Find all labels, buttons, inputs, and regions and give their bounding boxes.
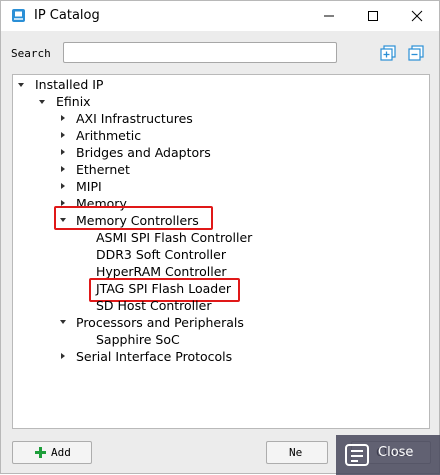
collapse-arrow-icon[interactable] xyxy=(39,100,45,104)
tree-item-sapphire-soc[interactable]: Sapphire SoC xyxy=(96,332,180,349)
minimize-button[interactable] xyxy=(307,1,351,31)
tree-item-ddr3-soft-controller[interactable]: DDR3 Soft Controller xyxy=(96,247,226,264)
watermark-logo-icon xyxy=(345,444,369,466)
tree-item-axi-infrastructures[interactable]: AXI Infrastructures xyxy=(76,111,193,128)
ip-tree-view[interactable]: Installed IP Efinix AXI Infrastructures … xyxy=(12,74,430,429)
collapse-arrow-icon[interactable] xyxy=(18,83,24,87)
next-button-label: Ne xyxy=(289,446,303,459)
highlight-box-memory-controllers xyxy=(54,206,213,230)
expand-arrow-icon[interactable] xyxy=(61,149,65,155)
expand-arrow-icon[interactable] xyxy=(61,132,65,138)
tree-item-efinix[interactable]: Efinix xyxy=(56,94,91,111)
next-button[interactable]: Ne xyxy=(266,441,328,464)
add-icon xyxy=(35,447,46,458)
tree-item-ethernet[interactable]: Ethernet xyxy=(76,162,130,179)
maximize-button[interactable] xyxy=(351,1,395,31)
expand-all-icon xyxy=(380,45,396,61)
close-icon xyxy=(411,10,423,22)
expand-arrow-icon[interactable] xyxy=(61,115,65,121)
expand-arrow-icon[interactable] xyxy=(61,166,65,172)
watermark-close-text: Close xyxy=(378,445,414,460)
window-title: IP Catalog xyxy=(34,8,100,23)
tree-item-serial-interface-protocols[interactable]: Serial Interface Protocols xyxy=(76,349,232,366)
expand-arrow-icon[interactable] xyxy=(61,353,65,359)
collapse-all-button[interactable] xyxy=(407,44,425,62)
maximize-icon xyxy=(368,11,378,21)
expand-all-button[interactable] xyxy=(379,44,397,62)
minimize-icon xyxy=(324,15,334,17)
collapse-arrow-icon[interactable] xyxy=(60,320,66,324)
ip-catalog-window: IP Catalog Search Installed IP Efinix AX… xyxy=(0,0,440,475)
search-label: Search xyxy=(11,47,51,60)
add-button[interactable]: Add xyxy=(12,441,92,464)
search-input[interactable] xyxy=(63,42,337,63)
expand-arrow-icon[interactable] xyxy=(61,183,65,189)
title-bar[interactable]: IP Catalog xyxy=(1,1,439,31)
add-button-label: Add xyxy=(51,446,71,459)
tree-item-asmi-spi-flash-controller[interactable]: ASMI SPI Flash Controller xyxy=(96,230,252,247)
tree-item-installed-ip[interactable]: Installed IP xyxy=(35,77,103,94)
tree-item-bridges-and-adaptors[interactable]: Bridges and Adaptors xyxy=(76,145,211,162)
tree-item-processors-and-peripherals[interactable]: Processors and Peripherals xyxy=(76,315,244,332)
close-window-button[interactable] xyxy=(395,1,439,31)
tree-item-sd-host-controller[interactable]: SD Host Controller xyxy=(96,298,211,315)
tree-item-arithmetic[interactable]: Arithmetic xyxy=(76,128,141,145)
tree-item-mipi[interactable]: MIPI xyxy=(76,179,102,196)
watermark-overlay: Close xyxy=(336,435,440,475)
collapse-all-icon xyxy=(408,45,424,61)
ip-catalog-app-icon xyxy=(12,9,25,22)
